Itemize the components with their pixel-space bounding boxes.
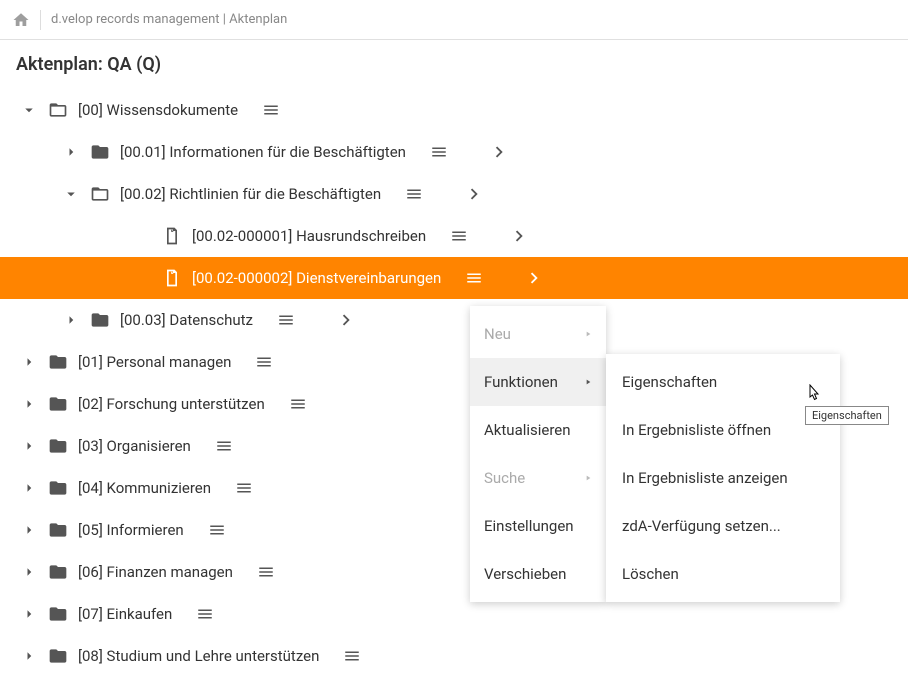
folder-solid-icon: [48, 436, 68, 456]
folder-solid-icon: [48, 646, 68, 666]
nav-chevron-icon[interactable]: [335, 309, 357, 331]
submenu-item-label: In Ergebnisliste anzeigen: [622, 469, 788, 487]
tree-node-label: [00.02] Richtlinien für die Beschäftigte…: [120, 185, 381, 203]
chevron-right-icon[interactable]: [62, 311, 80, 329]
tree-node-label: [07] Einkaufen: [78, 605, 172, 623]
submenu-item-label: Löschen: [622, 565, 679, 583]
context-menu-item-label: Suche: [484, 469, 525, 487]
chevron-down-icon[interactable]: [20, 101, 38, 119]
menu-icon[interactable]: [208, 521, 226, 539]
tree-node-label: [00.01] Informationen für die Beschäftig…: [120, 143, 406, 161]
folder-solid-icon: [48, 394, 68, 414]
menu-icon[interactable]: [235, 479, 253, 497]
folder-outline-icon: [90, 184, 110, 204]
folder-solid-icon: [48, 562, 68, 582]
context-menu-item: Neu: [470, 310, 606, 358]
tree-row[interactable]: [08] Studium und Lehre unterstützen: [0, 635, 908, 677]
context-menu-item-label: Einstellungen: [484, 517, 574, 535]
menu-icon[interactable]: [262, 101, 280, 119]
tree-row[interactable]: [00.01] Informationen für die Beschäftig…: [0, 131, 908, 173]
chevron-right-icon[interactable]: [20, 563, 38, 581]
page-title-row: Aktenplan: QA (Q): [0, 40, 908, 85]
document-icon: [162, 226, 182, 246]
menu-icon[interactable]: [255, 353, 273, 371]
menu-icon[interactable]: [405, 185, 423, 203]
document-icon: [162, 268, 182, 288]
context-menu-item[interactable]: Funktionen: [470, 358, 606, 406]
folder-outline-icon: [48, 100, 68, 120]
tree-node-label: [05] Informieren: [78, 521, 184, 539]
folder-solid-icon: [90, 142, 110, 162]
menu-icon[interactable]: [343, 647, 361, 665]
chevron-right-icon[interactable]: [20, 395, 38, 413]
context-menu-item-label: Aktualisieren: [484, 421, 571, 439]
tree-node-label: [00.02-000002] Dienstvereinbarungen: [192, 269, 441, 287]
menu-icon[interactable]: [450, 227, 468, 245]
nav-chevron-icon[interactable]: [463, 183, 485, 205]
folder-solid-icon: [90, 310, 110, 330]
folder-solid-icon: [48, 520, 68, 540]
submenu-item-label: zdA-Verfügung setzen...: [622, 517, 781, 535]
tree-node-label: [03] Organisieren: [78, 437, 191, 455]
tooltip: Eigenschaften: [805, 406, 889, 425]
folder-solid-icon: [48, 352, 68, 372]
context-menu: Neu Funktionen Aktualisieren Suche Einstellu…: [470, 306, 606, 602]
menu-icon[interactable]: [257, 563, 275, 581]
chevron-right-icon[interactable]: [20, 437, 38, 455]
home-icon[interactable]: [12, 11, 30, 29]
context-menu-item[interactable]: Einstellungen: [470, 502, 606, 550]
submenu-item[interactable]: In Ergebnisliste anzeigen: [606, 454, 840, 502]
tree-node-label: [00.02-000001] Hausrundschreiben: [192, 227, 426, 245]
tree-row[interactable]: [00.02] Richtlinien für die Beschäftigte…: [0, 173, 908, 215]
chevron-right-icon[interactable]: [20, 353, 38, 371]
tree-node-label: [00] Wissensdokumente: [78, 101, 238, 119]
cursor-icon: [805, 384, 821, 404]
tree-row[interactable]: [00.02-000001] Hausrundschreiben: [0, 215, 908, 257]
chevron-down-icon[interactable]: [62, 185, 80, 203]
context-menu-item[interactable]: Aktualisieren: [470, 406, 606, 454]
folder-solid-icon: [48, 478, 68, 498]
context-menu-item[interactable]: Verschieben: [470, 550, 606, 598]
chevron-right-icon[interactable]: [20, 479, 38, 497]
menu-icon[interactable]: [196, 605, 214, 623]
tree-node-label: [08] Studium und Lehre unterstützen: [78, 647, 319, 665]
header-bar: d.velop records management | Aktenplan: [0, 0, 908, 40]
menu-icon[interactable]: [215, 437, 233, 455]
tree-node-label: [01] Personal managen: [78, 353, 231, 371]
chevron-right-icon[interactable]: [20, 647, 38, 665]
chevron-right-icon[interactable]: [62, 143, 80, 161]
tree-row[interactable]: [00.02-000002] Dienstvereinbarungen: [0, 257, 908, 299]
nav-chevron-icon[interactable]: [508, 225, 530, 247]
chevron-right-icon[interactable]: [20, 605, 38, 623]
header-divider: [40, 10, 41, 30]
submenu-item-label: In Ergebnisliste öffnen: [622, 421, 771, 439]
tree-node-label: [06] Finanzen managen: [78, 563, 233, 581]
tree-row[interactable]: [00] Wissensdokumente: [0, 89, 908, 131]
menu-icon[interactable]: [430, 143, 448, 161]
context-menu-item-label: Verschieben: [484, 565, 566, 583]
folder-solid-icon: [48, 604, 68, 624]
submenu-item[interactable]: zdA-Verfügung setzen...: [606, 502, 840, 550]
tree-row[interactable]: [00.03] Datenschutz: [0, 299, 908, 341]
nav-chevron-icon[interactable]: [488, 141, 510, 163]
submenu-item-label: Eigenschaften: [622, 373, 717, 391]
submenu-arrow-icon: [584, 330, 592, 338]
context-menu-item: Suche: [470, 454, 606, 502]
page-title: Aktenplan: QA (Q): [16, 54, 892, 75]
submenu-arrow-icon: [584, 378, 592, 386]
menu-icon[interactable]: [277, 311, 295, 329]
tree-node-label: [04] Kommunizieren: [78, 479, 211, 497]
tree-node-label: [00.03] Datenschutz: [120, 311, 253, 329]
breadcrumb: d.velop records management | Aktenplan: [51, 12, 287, 27]
nav-chevron-icon[interactable]: [523, 267, 545, 289]
tree-node-label: [02] Forschung unterstützen: [78, 395, 265, 413]
menu-icon[interactable]: [289, 395, 307, 413]
context-menu-item-label: Neu: [484, 325, 511, 343]
chevron-right-icon[interactable]: [20, 521, 38, 539]
menu-icon[interactable]: [465, 269, 483, 287]
submenu-arrow-icon: [584, 474, 592, 482]
submenu-item[interactable]: Löschen: [606, 550, 840, 598]
context-menu-item-label: Funktionen: [484, 373, 558, 391]
